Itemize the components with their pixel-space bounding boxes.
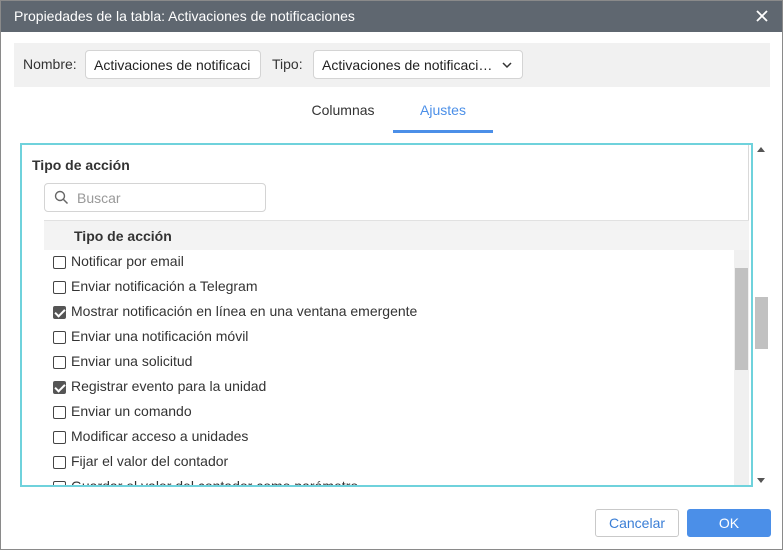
checkbox[interactable] — [53, 406, 66, 419]
tab-columnas[interactable]: Columnas — [301, 102, 385, 118]
list-item-label: Registrar evento para la unidad — [71, 378, 267, 394]
properties-bar: Nombre: Activaciones de notificaci Tipo:… — [14, 43, 770, 87]
settings-panel: Tipo de acción Tipo de acción Notificar … — [20, 143, 753, 487]
list-item-label: Modificar acceso a unidades — [71, 428, 249, 444]
checkbox-checked[interactable] — [53, 381, 66, 394]
action-type-list: Notificar por email Enviar notificación … — [44, 250, 734, 487]
list-item[interactable]: Enviar una solicitud — [44, 350, 734, 375]
search-icon — [54, 190, 69, 208]
checkbox[interactable] — [53, 431, 66, 444]
list-item-label: Notificar por email — [71, 253, 184, 269]
list-scrollbar-thumb[interactable] — [735, 268, 748, 370]
list-item[interactable]: Guardar el valor del contador como parám… — [44, 475, 734, 487]
name-field[interactable]: Activaciones de notificaci — [85, 50, 261, 79]
active-tab-indicator — [393, 130, 493, 133]
type-label: Tipo: — [272, 56, 303, 72]
list-header: Tipo de acción — [44, 220, 749, 250]
list-item[interactable]: Modificar acceso a unidades — [44, 425, 734, 450]
ok-button[interactable]: OK — [687, 509, 771, 537]
checkbox[interactable] — [53, 281, 66, 294]
list-item[interactable]: Mostrar notificación en línea en una ven… — [44, 300, 734, 325]
type-select[interactable]: Activaciones de notificaci… — [313, 50, 523, 79]
window-title: Propiedades de la tabla: Activaciones de… — [14, 8, 355, 24]
title-bar: Propiedades de la tabla: Activaciones de… — [1, 1, 782, 32]
checkbox[interactable] — [53, 481, 66, 485]
name-label: Nombre: — [23, 56, 77, 72]
list-item[interactable]: Enviar un comando — [44, 400, 734, 425]
panel-scrollbar[interactable] — [754, 143, 769, 487]
list-item-label: Enviar un comando — [71, 403, 192, 419]
section-title: Tipo de acción — [32, 157, 130, 173]
list-item[interactable]: Notificar por email — [44, 250, 734, 275]
checkbox[interactable] — [53, 331, 66, 344]
checkbox[interactable] — [53, 356, 66, 369]
dialog: Propiedades de la tabla: Activaciones de… — [0, 0, 783, 550]
list-item-label: Guardar el valor del contador como parám… — [71, 478, 359, 487]
list-scrollbar[interactable] — [734, 250, 749, 485]
checkbox[interactable] — [53, 456, 66, 469]
checkbox[interactable] — [53, 256, 66, 269]
cancel-button[interactable]: Cancelar — [595, 509, 679, 537]
list-item[interactable]: Enviar notificación a Telegram — [44, 275, 734, 300]
list-item[interactable]: Fijar el valor del contador — [44, 450, 734, 475]
checkbox-checked[interactable] — [53, 306, 66, 319]
list-item[interactable]: Enviar una notificación móvil — [44, 325, 734, 350]
scroll-up-icon[interactable] — [757, 147, 765, 152]
list-item-label: Mostrar notificación en línea en una ven… — [71, 303, 418, 319]
scroll-down-icon[interactable] — [757, 478, 765, 483]
close-icon[interactable] — [752, 6, 772, 26]
list-item-label: Enviar notificación a Telegram — [71, 278, 258, 294]
type-select-value: Activaciones de notificaci… — [322, 57, 493, 73]
chevron-down-icon — [501, 58, 513, 74]
list-item-label: Fijar el valor del contador — [71, 453, 229, 469]
list-header-label: Tipo de acción — [74, 228, 172, 244]
tab-ajustes[interactable]: Ajustes — [393, 102, 493, 118]
search-input[interactable] — [75, 188, 260, 207]
tab-bar: Columnas Ajustes — [1, 87, 782, 135]
settings-header-area: Tipo de acción — [22, 145, 749, 220]
panel-scrollbar-thumb[interactable] — [755, 297, 768, 349]
list-item-label: Enviar una solicitud — [71, 353, 193, 369]
search-box[interactable] — [44, 183, 266, 212]
list-item[interactable]: Registrar evento para la unidad — [44, 375, 734, 400]
list-item-label: Enviar una notificación móvil — [71, 328, 249, 344]
